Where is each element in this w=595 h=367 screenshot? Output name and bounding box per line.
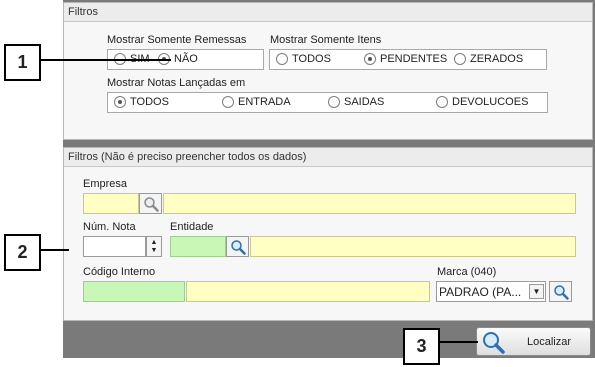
entidade-name-field[interactable] — [250, 236, 576, 257]
callout-3: 3 — [403, 328, 440, 365]
stepper-up-icon[interactable]: ▲ — [151, 239, 158, 247]
remessas-label: Mostrar Somente Remessas — [107, 34, 247, 46]
callout-1-line — [41, 59, 171, 61]
notas-entrada-radio[interactable]: ENTRADA — [222, 96, 291, 108]
radio-circle-icon — [328, 96, 340, 108]
callout-3-line — [440, 341, 478, 343]
callout-2-line — [41, 249, 69, 251]
stepper-down-icon[interactable]: ▼ — [151, 247, 158, 255]
codigo-interno-label: Código Interno — [83, 266, 156, 278]
codigo-interno-input[interactable] — [83, 281, 185, 302]
marca-value: PADRAO (PA... — [439, 284, 522, 299]
notas-label: Mostrar Notas Lançadas em — [107, 77, 246, 89]
magnifier-icon — [143, 196, 159, 212]
notas-group: TODOS ENTRADA SAIDAS DEVOLUCOES — [107, 92, 548, 113]
marca-label: Marca (040) — [437, 266, 497, 278]
itens-zerados-radio[interactable]: ZERADOS — [454, 53, 523, 65]
magnifier-icon — [553, 284, 569, 300]
num-nota-stepper[interactable]: ▲ ▼ — [146, 236, 162, 257]
empresa-code-input[interactable] — [83, 193, 139, 214]
radio-selected-icon — [114, 96, 126, 108]
codigo-interno-desc-field[interactable] — [186, 281, 430, 302]
marca-search-button[interactable] — [549, 281, 572, 302]
filters-title: Filtros — [64, 3, 592, 22]
callout-2: 2 — [4, 234, 41, 271]
filters-panel: Filtros — [63, 2, 593, 140]
radio-selected-icon — [364, 53, 376, 65]
localizar-label: Localizar — [527, 335, 572, 348]
filters2-title: Filtros (Não é preciso preencher todos o… — [64, 148, 592, 167]
radio-circle-icon — [436, 96, 448, 108]
itens-todos-radio[interactable]: TODOS — [276, 53, 331, 65]
itens-pendentes-radio[interactable]: PENDENTES — [364, 53, 447, 65]
magnifier-icon — [230, 239, 246, 255]
notas-saidas-radio[interactable]: SAIDAS — [328, 96, 384, 108]
radio-circle-icon — [276, 53, 288, 65]
magnifier-icon — [483, 331, 505, 354]
chevron-down-icon[interactable]: ▼ — [529, 284, 544, 299]
notas-devolucoes-radio[interactable]: DEVOLUCOES — [436, 96, 528, 108]
num-nota-label: Núm. Nota — [83, 221, 136, 233]
empresa-name-field[interactable] — [163, 193, 576, 214]
entidade-label: Entidade — [170, 221, 214, 233]
radio-circle-icon — [454, 53, 466, 65]
callout-1: 1 — [4, 44, 41, 81]
marca-select[interactable]: PADRAO (PA... ▼ — [436, 281, 546, 302]
entidade-code-input[interactable] — [170, 236, 226, 257]
itens-label: Mostrar Somente Itens — [270, 34, 382, 46]
empresa-search-button[interactable] — [139, 193, 162, 214]
empresa-label: Empresa — [83, 178, 128, 190]
radio-circle-icon — [222, 96, 234, 108]
notas-todos-radio[interactable]: TODOS — [114, 96, 169, 108]
localizar-button[interactable]: Localizar — [476, 327, 591, 356]
num-nota-input[interactable] — [83, 236, 146, 257]
itens-group: TODOS PENDENTES ZERADOS — [269, 49, 547, 70]
entidade-search-button[interactable] — [226, 236, 249, 257]
